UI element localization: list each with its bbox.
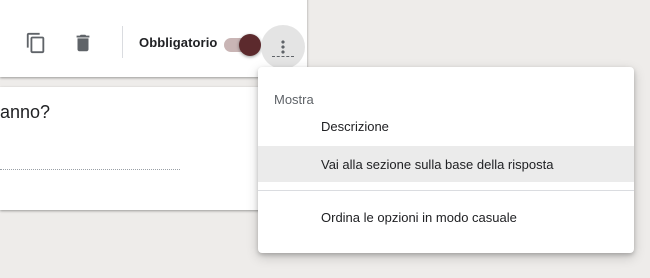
form-editor: Obbligatorio anno? Mostra Descrizione Va… [0, 0, 650, 278]
more-options-button[interactable] [261, 25, 305, 69]
question-card-footer: Obbligatorio [0, 0, 307, 77]
more-options-menu: Mostra Descrizione Vai alla sezione sull… [258, 67, 634, 253]
menu-item-label: Vai alla sezione sulla base della rispos… [321, 156, 554, 172]
question-title[interactable]: anno? [0, 102, 50, 123]
menu-item-label: Descrizione [321, 118, 389, 134]
menu-item-go-to-section[interactable]: Vai alla sezione sulla base della rispos… [258, 146, 634, 182]
menu-item-label: Ordina le opzioni in modo casuale [321, 209, 517, 225]
required-label: Obbligatorio [139, 35, 218, 50]
menu-item-description[interactable]: Descrizione [258, 108, 634, 144]
menu-item-shuffle-options[interactable]: Ordina le opzioni in modo casuale [258, 199, 634, 235]
menu-divider [258, 190, 634, 191]
toolbar-divider [122, 26, 123, 58]
focus-underline [272, 56, 294, 57]
duplicate-button[interactable] [18, 25, 54, 61]
menu-section-header: Mostra [274, 92, 314, 107]
required-toggle[interactable] [222, 32, 262, 56]
delete-icon [76, 34, 90, 52]
toggle-thumb [239, 34, 261, 56]
more-vert-icon [281, 40, 285, 54]
short-answer-placeholder-line [0, 169, 180, 170]
copy-icon [26, 32, 45, 54]
delete-button[interactable] [65, 25, 101, 61]
